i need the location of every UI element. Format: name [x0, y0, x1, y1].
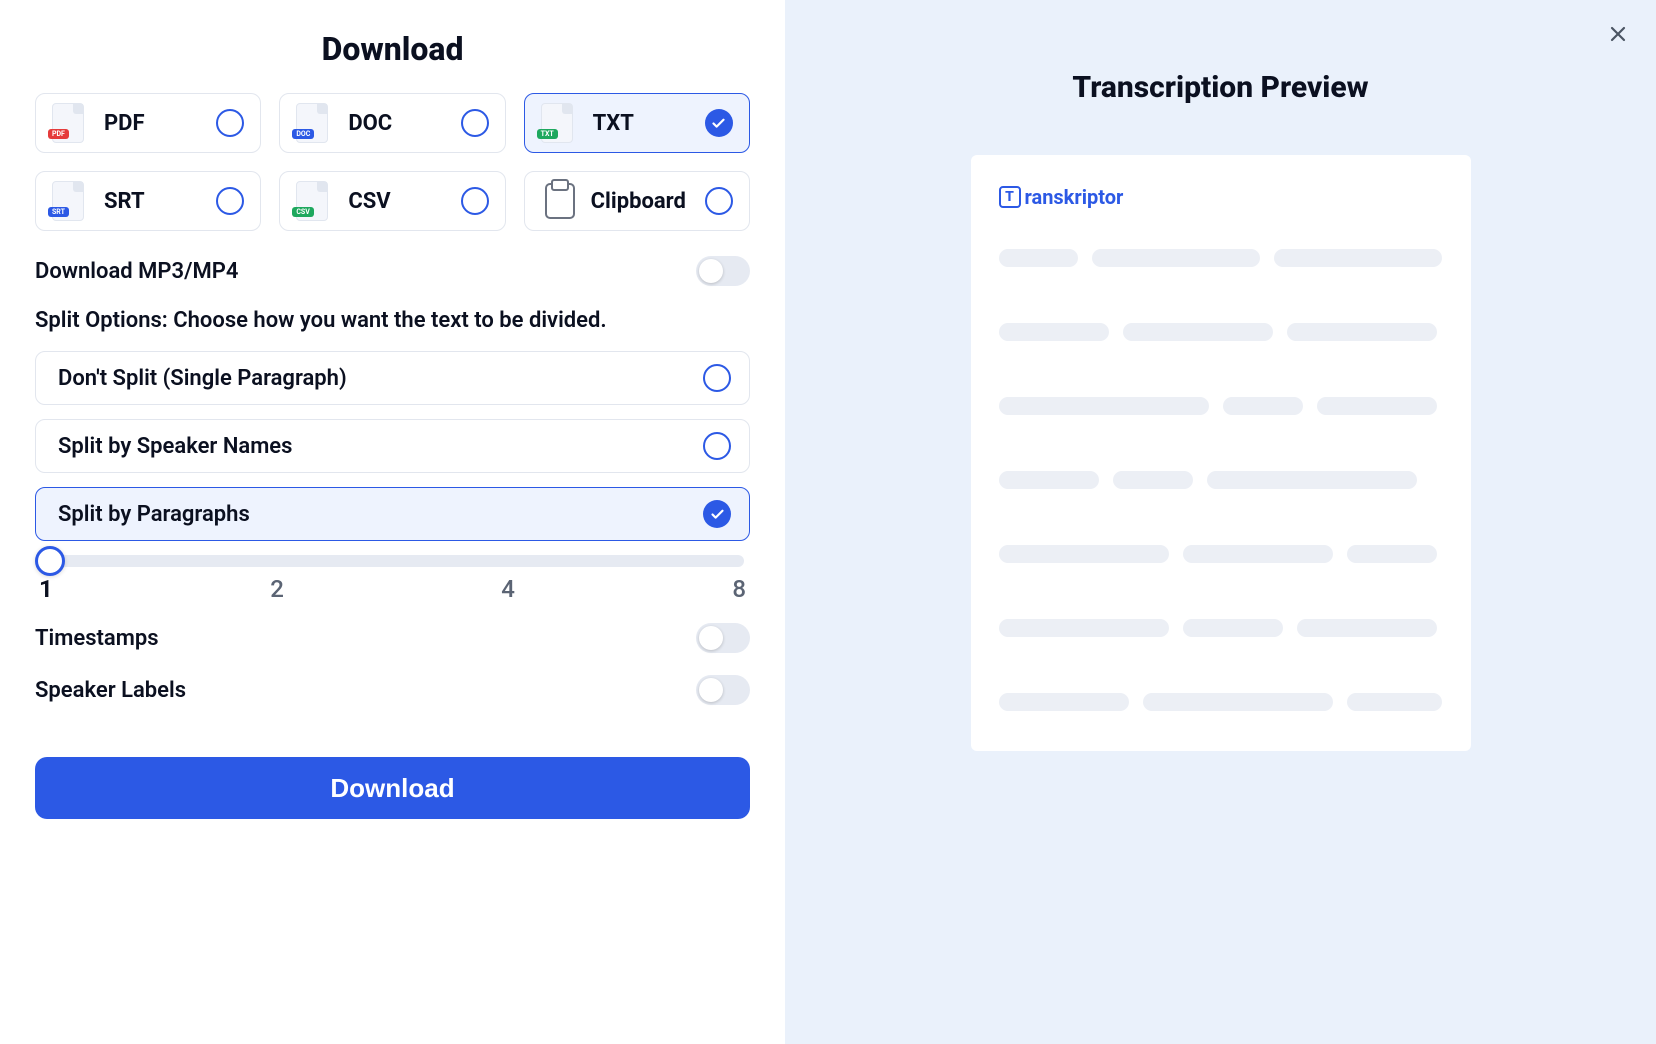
preview-line	[999, 323, 1443, 341]
format-option-doc[interactable]: DOC DOC	[279, 93, 505, 153]
speaker-labels-toggle[interactable]	[696, 675, 750, 705]
toggle-knob-icon	[699, 678, 723, 702]
slider-mark: 1	[39, 575, 53, 603]
file-srt-icon: SRT	[52, 181, 88, 221]
split-option-label: Don't Split (Single Paragraph)	[58, 366, 347, 391]
format-option-clipboard[interactable]: Clipboard	[524, 171, 750, 231]
format-option-txt[interactable]: TXT TXT	[524, 93, 750, 153]
radio-unchecked-icon	[703, 432, 731, 460]
format-option-pdf[interactable]: PDF PDF	[35, 93, 261, 153]
split-option-speaker[interactable]: Split by Speaker Names	[35, 419, 750, 473]
preview-title: Transcription Preview	[785, 70, 1656, 105]
format-option-srt[interactable]: SRT SRT	[35, 171, 261, 231]
radio-unchecked-icon	[216, 187, 244, 215]
close-button[interactable]	[1606, 22, 1630, 46]
split-options-label: Split Options: Choose how you want the t…	[35, 308, 750, 333]
slider-labels: 1 2 4 8	[35, 575, 750, 603]
split-option-label: Split by Speaker Names	[58, 434, 292, 459]
split-option-no-split[interactable]: Don't Split (Single Paragraph)	[35, 351, 750, 405]
slider-mark: 4	[501, 575, 515, 603]
slider-thumb[interactable]	[35, 546, 65, 576]
preview-line	[999, 693, 1443, 711]
paragraph-count-slider: 1 2 4 8	[35, 555, 750, 603]
preview-line	[999, 249, 1443, 267]
toggle-knob-icon	[699, 626, 723, 650]
preview-line	[999, 545, 1443, 563]
brand-logo: T ranskriptor	[999, 185, 1443, 209]
format-label: DOC	[348, 111, 460, 136]
toggle-knob-icon	[699, 259, 723, 283]
radio-unchecked-icon	[703, 364, 731, 392]
download-title: Download	[35, 30, 750, 68]
speaker-labels-label: Speaker Labels	[35, 678, 186, 703]
format-label: TXT	[593, 111, 705, 136]
file-doc-icon: DOC	[296, 103, 332, 143]
radio-checked-icon	[703, 500, 731, 528]
download-panel: Download PDF PDF DOC DOC TXT TX	[0, 0, 785, 1044]
preview-line	[999, 397, 1443, 415]
slider-mark: 2	[270, 575, 284, 603]
download-media-row: Download MP3/MP4	[35, 256, 750, 286]
preview-card: T ranskriptor	[971, 155, 1471, 751]
timestamps-toggle[interactable]	[696, 623, 750, 653]
timestamps-row: Timestamps	[35, 623, 750, 653]
timestamps-label: Timestamps	[35, 626, 159, 651]
split-option-label: Split by Paragraphs	[58, 502, 250, 527]
format-grid: PDF PDF DOC DOC TXT TXT	[35, 93, 750, 231]
radio-unchecked-icon	[461, 109, 489, 137]
file-pdf-icon: PDF	[52, 103, 88, 143]
preview-line	[999, 619, 1443, 637]
download-media-toggle[interactable]	[696, 256, 750, 286]
format-label: PDF	[104, 111, 216, 136]
file-txt-icon: TXT	[541, 103, 577, 143]
brand-name: ranskriptor	[1025, 185, 1124, 209]
slider-mark: 8	[732, 575, 746, 603]
speaker-labels-row: Speaker Labels	[35, 675, 750, 705]
format-label: CSV	[348, 189, 460, 214]
file-csv-icon: CSV	[296, 181, 332, 221]
download-media-label: Download MP3/MP4	[35, 259, 238, 284]
radio-unchecked-icon	[705, 187, 733, 215]
clipboard-icon	[545, 183, 575, 219]
preview-line	[999, 471, 1443, 489]
radio-unchecked-icon	[216, 109, 244, 137]
format-option-csv[interactable]: CSV CSV	[279, 171, 505, 231]
format-label: Clipboard	[591, 189, 705, 214]
download-button[interactable]: Download	[35, 757, 750, 819]
split-option-paragraphs[interactable]: Split by Paragraphs	[35, 487, 750, 541]
brand-icon: T	[999, 186, 1021, 208]
preview-panel: Transcription Preview T ranskriptor	[785, 0, 1656, 1044]
radio-checked-icon	[705, 109, 733, 137]
slider-track[interactable]	[41, 555, 744, 567]
format-label: SRT	[104, 189, 216, 214]
radio-unchecked-icon	[461, 187, 489, 215]
